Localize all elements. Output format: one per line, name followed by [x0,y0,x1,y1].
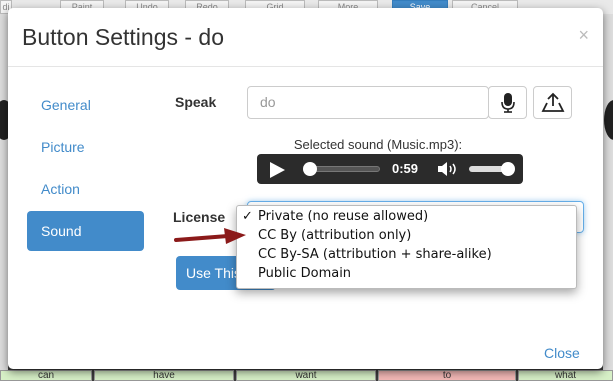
license-dropdown-list: ✓ Private (no reuse allowed) CC By (attr… [236,205,577,289]
annotation-arrow-icon [174,228,246,244]
close-button[interactable]: Close [544,345,580,361]
record-button[interactable] [488,86,527,119]
nav-picture[interactable]: Picture [27,127,144,167]
license-option-private[interactable]: ✓ Private (no reuse allowed) [237,207,576,226]
option-label: CC By-SA (attribution + share-alike) [258,247,492,262]
close-icon[interactable]: × [578,25,589,46]
volume-handle[interactable] [501,162,515,176]
bg-word-cell: have [94,370,234,381]
background-panel-left [0,14,8,381]
nav-sound[interactable]: Sound [27,211,144,251]
audio-progress-handle[interactable] [303,162,317,176]
option-label: Public Domain [258,266,352,281]
modal-header: Button Settings - do × [8,8,603,67]
check-icon: ✓ [242,209,253,224]
volume-icon[interactable] [437,161,459,177]
bg-word-cell: can [0,370,92,381]
upload-icon [541,92,564,112]
nav-action[interactable]: Action [27,169,144,209]
modal-title: Button Settings - do [22,24,225,50]
upload-button[interactable] [533,86,572,119]
selected-sound-label: Selected sound (Music.mp3): [293,137,463,152]
license-option-public-domain[interactable]: Public Domain [237,264,576,283]
license-option-cc-by-sa[interactable]: CC By-SA (attribution + share-alike) [237,245,576,264]
bg-word-cell: to [378,370,516,381]
button-settings-modal: Button Settings - do × General Picture A… [8,8,603,369]
play-icon[interactable] [270,162,285,178]
speak-label: Speak [175,94,217,110]
speak-input[interactable]: do [247,86,489,119]
audio-time: 0:59 [392,161,419,176]
option-label: CC By (attribution only) [258,228,412,243]
background-panel-right [603,14,613,381]
nav-general[interactable]: General [27,85,144,125]
license-label: License [173,209,226,225]
microphone-icon [500,92,515,113]
option-label: Private (no reuse allowed) [258,209,429,224]
audio-player[interactable]: 0:59 [257,154,523,184]
bg-word-cell: what [518,370,613,381]
bg-word-cell: want [236,370,376,381]
license-option-cc-by[interactable]: CC By (attribution only) [237,226,576,245]
